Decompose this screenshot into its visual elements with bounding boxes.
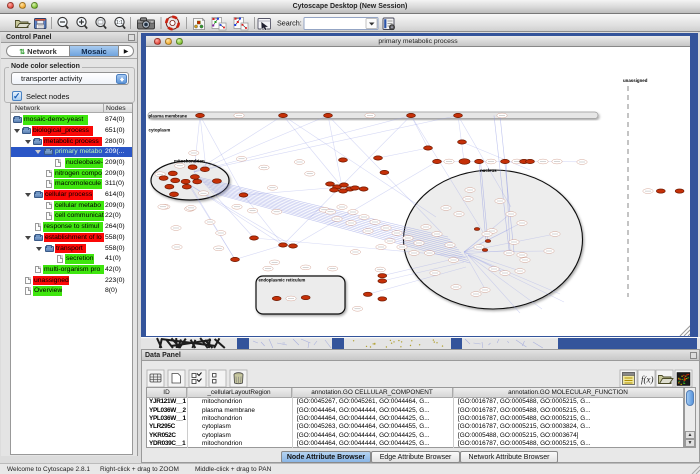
svg-text:plasma membrane: plasma membrane: [149, 114, 188, 119]
svg-text:unassigned: unassigned: [623, 78, 648, 83]
svg-text:Search:: Search:: [277, 19, 302, 28]
svg-text:endoplasmic reticulum: endoplasmic reticulum: [259, 278, 306, 283]
svg-text:cytoplasm: cytoplasm: [149, 128, 171, 133]
svg-text:mitochondrion: mitochondrion: [174, 159, 205, 164]
svg-text:f(x): f(x): [641, 375, 654, 385]
svg-text:1:1: 1:1: [116, 20, 123, 26]
svg-text:nucleus: nucleus: [480, 168, 497, 173]
